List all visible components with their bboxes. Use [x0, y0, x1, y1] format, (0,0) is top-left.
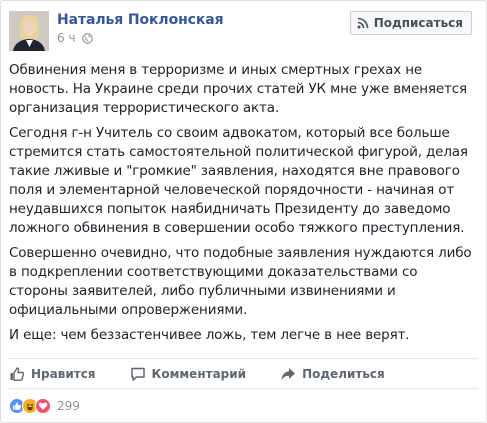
post-timestamp[interactable]: 6 ч: [57, 31, 76, 45]
globe-icon: [81, 32, 93, 44]
follow-button-label: Подписаться: [373, 16, 463, 30]
like-label: Нравится: [31, 367, 96, 381]
share-label: Поделиться: [302, 367, 385, 381]
author-avatar[interactable]: [9, 11, 49, 51]
comment-label: Комментарий: [151, 367, 247, 381]
post-actions-bar: Нравится Комментарий Поделиться: [9, 361, 419, 387]
reactions-top-divider: [9, 388, 478, 389]
thumbs-up-icon: [9, 366, 25, 382]
reaction-count[interactable]: 299: [57, 399, 80, 413]
post-paragraph: Сегодня г-н Учитель со своим адвокатом, …: [9, 125, 468, 236]
post-paragraph: Совершенно очевидно, что подобные заявле…: [9, 245, 472, 318]
share-button[interactable]: Поделиться: [280, 366, 385, 382]
reactions-summary[interactable]: 299: [9, 398, 80, 414]
post-text: Обвинения меня в терроризме и иных смерт…: [9, 61, 479, 351]
author-name-link[interactable]: Наталья Поклонская: [57, 12, 224, 28]
post-meta: 6 ч: [57, 31, 93, 45]
like-button[interactable]: Нравится: [9, 366, 96, 382]
rss-icon: [357, 17, 369, 29]
comment-button[interactable]: Комментарий: [130, 366, 247, 382]
post-paragraph: И еще: чем беззастенчивее ложь, тем легч…: [9, 327, 410, 343]
share-arrow-icon: [280, 366, 296, 382]
actions-top-divider: [9, 358, 478, 359]
follow-button[interactable]: Подписаться: [349, 11, 472, 35]
facebook-post: Наталья Поклонская 6 ч Подписаться Обвин…: [0, 0, 487, 423]
post-paragraph: Обвинения меня в терроризме и иных смерт…: [9, 62, 468, 116]
love-icon: [35, 398, 51, 414]
speech-bubble-icon: [130, 366, 146, 382]
